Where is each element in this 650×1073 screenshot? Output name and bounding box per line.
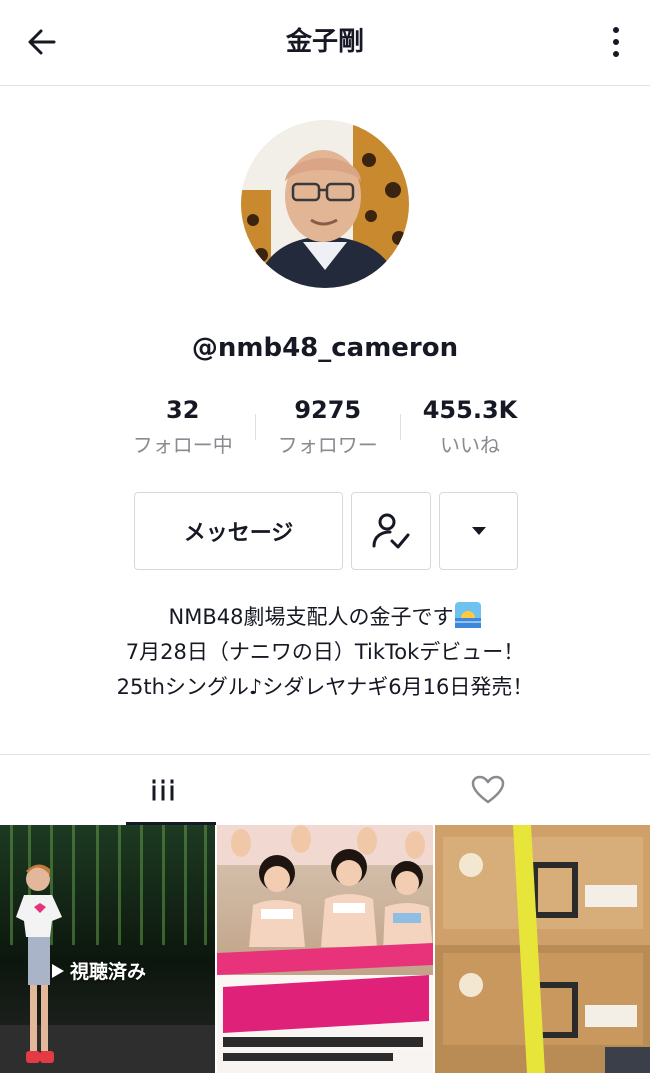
- video-preview-image: [217, 825, 433, 1073]
- video-thumbnail[interactable]: [217, 825, 433, 1073]
- bio-line-3: 25thシングル♪シダレヤナギ6月16日発売！: [116, 675, 534, 699]
- video-grid: 視聴済み: [0, 825, 650, 1073]
- stat-following[interactable]: 32 フォロー中: [111, 392, 255, 468]
- tab-videos[interactable]: [0, 755, 325, 825]
- video-preview-image: [0, 825, 216, 1073]
- vertical-dots-icon: [613, 27, 619, 33]
- followers-label: フォロワー: [277, 433, 378, 457]
- watched-badge: 視聴済み: [52, 957, 146, 984]
- bio-line-1: NMB48劇場支配人の金子です: [0, 600, 650, 635]
- profile-actions: メッセージ: [134, 492, 518, 570]
- stat-likes: 455.3K いいね: [401, 392, 540, 468]
- video-thumbnail[interactable]: [434, 825, 650, 1073]
- page-title: 金子剛: [285, 27, 364, 57]
- caret-down-icon: [471, 527, 486, 535]
- profile-bio: NMB48劇場支配人の金子です 7月28日（ナニワの日）TikTokデビュー！ …: [0, 600, 650, 705]
- video-thumbnail[interactable]: 視聴済み: [0, 825, 216, 1073]
- likes-label: いいね: [439, 433, 500, 457]
- video-preview-image: [434, 825, 650, 1073]
- profile-stats: 32 フォロー中 9275 フォロワー 455.3K いいね: [96, 392, 554, 468]
- avatar[interactable]: [241, 120, 409, 288]
- watched-label: 視聴済み: [70, 961, 147, 983]
- username: @nmb48_cameron: [191, 333, 459, 363]
- following-label: フォロー中: [132, 433, 233, 457]
- message-button[interactable]: メッセージ: [134, 492, 343, 570]
- grid-videos-icon: [152, 779, 173, 801]
- more-options-button[interactable]: [606, 20, 626, 64]
- suggested-accounts-button[interactable]: [439, 492, 518, 570]
- bio-line-2: 7月28日（ナニワの日）TikTokデビュー！: [125, 640, 525, 664]
- avatar-image: [241, 120, 409, 288]
- top-bar: 金子剛: [0, 0, 650, 86]
- play-icon: [52, 963, 64, 978]
- content-tabs: [0, 755, 650, 825]
- followers-count: 9275: [294, 396, 362, 424]
- likes-count: 455.3K: [422, 396, 518, 424]
- sunrise-emoji-icon: [455, 602, 482, 628]
- tab-liked[interactable]: [325, 755, 650, 825]
- following-toggle-button[interactable]: [351, 492, 431, 570]
- stat-followers[interactable]: 9275 フォロワー: [256, 392, 400, 468]
- user-check-icon: [372, 513, 410, 549]
- following-count: 32: [166, 396, 200, 424]
- heart-liked-icon: [471, 775, 504, 804]
